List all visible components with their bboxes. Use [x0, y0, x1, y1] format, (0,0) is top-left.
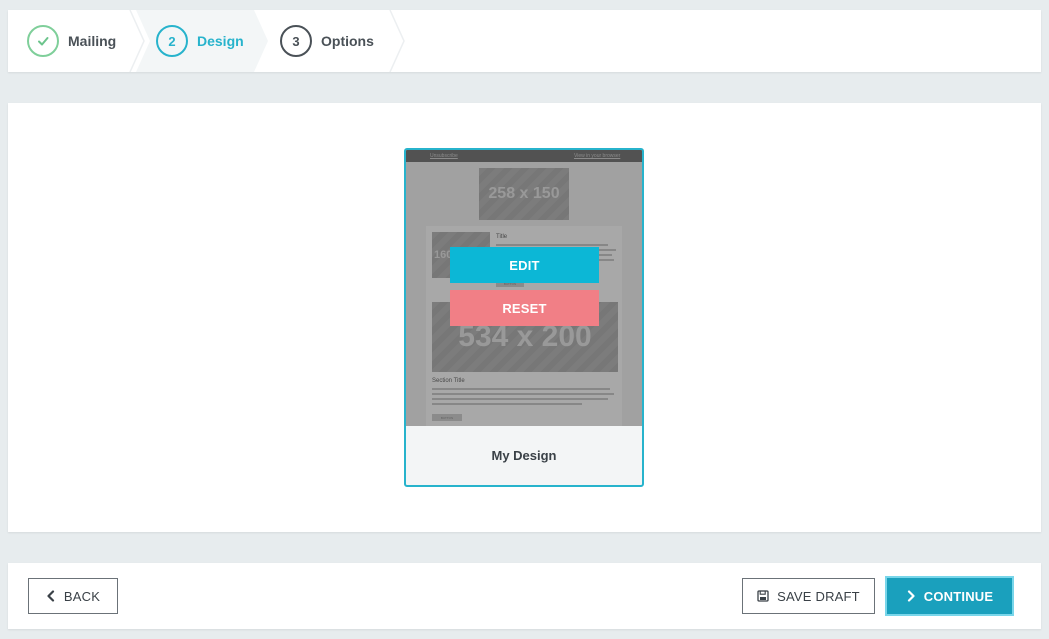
continue-button[interactable]: CONTINUE	[887, 578, 1012, 614]
wizard-footer: BACK SAVE DRAFT CONTINUE	[8, 563, 1041, 629]
step-design[interactable]: 2 Design	[156, 10, 244, 72]
step-options[interactable]: 3 Options	[280, 10, 374, 72]
design-preview: Unsubscribe View in your browser 258 x 1…	[406, 150, 642, 426]
chevron-right-icon	[907, 590, 915, 602]
preview-hover-overlay	[406, 150, 642, 426]
continue-label: CONTINUE	[923, 588, 994, 604]
step-separator	[389, 10, 405, 72]
chevron-left-icon	[47, 590, 54, 602]
save-draft-label: SAVE DRAFT	[777, 588, 860, 604]
design-name: My Design	[491, 448, 557, 463]
design-panel: Unsubscribe View in your browser 258 x 1…	[8, 103, 1041, 532]
back-button[interactable]: BACK	[28, 578, 118, 614]
step-separator	[129, 10, 145, 72]
reset-design-button[interactable]: RESET	[450, 290, 599, 326]
back-button-label: BACK	[63, 588, 101, 604]
wizard-stepper: Mailing 2 Design 3 Options	[8, 10, 1041, 72]
step-options-label: Options	[321, 33, 374, 49]
edit-design-button[interactable]: EDIT	[450, 247, 599, 283]
floppy-disk-icon	[757, 590, 769, 602]
save-draft-button[interactable]: SAVE DRAFT	[742, 578, 875, 614]
check-icon	[38, 37, 49, 46]
design-card[interactable]: Unsubscribe View in your browser 258 x 1…	[404, 148, 644, 487]
step-design-number: 2	[156, 25, 188, 57]
step-mailing-status	[27, 25, 59, 57]
step-mailing-label: Mailing	[68, 33, 117, 49]
step-options-number: 3	[280, 25, 312, 57]
step-design-label: Design	[197, 33, 244, 49]
step-mailing[interactable]: Mailing	[27, 10, 116, 72]
